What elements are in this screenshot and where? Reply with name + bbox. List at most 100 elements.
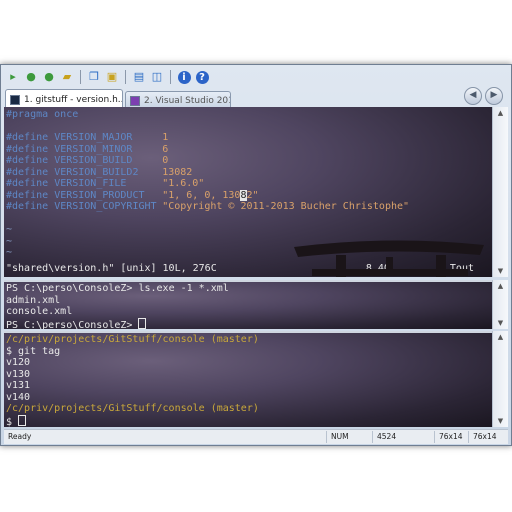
split-icon[interactable]: ◫ xyxy=(149,69,165,85)
code-line: #define VERSION_MAJOR 1 xyxy=(6,132,492,144)
vim-scroll-position: Tout xyxy=(449,262,474,274)
tilde-line: ~ xyxy=(6,224,13,235)
scroll-up-icon[interactable]: ▲ xyxy=(493,280,508,292)
input-cursor xyxy=(18,414,27,426)
ps-command-line: PS C:\perso\ConsoleZ> ls.exe -1 *.xml xyxy=(6,283,492,295)
status-num-lock: NUM xyxy=(326,431,372,443)
vim-scrollbar[interactable]: ▲ ▼ xyxy=(492,107,508,277)
scroll-up-icon[interactable]: ▲ xyxy=(493,331,508,343)
macro-value: "Copyright © 2011-2013 Bucher Christophe… xyxy=(162,201,410,212)
powershell-pane[interactable]: PS C:\perso\ConsoleZ> ls.exe -1 *.xml ad… xyxy=(4,280,494,329)
define-keyword: #define xyxy=(6,132,49,143)
info-icon[interactable]: i xyxy=(176,69,192,85)
define-keyword: #define xyxy=(6,189,49,201)
git-bash-pane[interactable]: /c/priv/projects/GitStuff/console (maste… xyxy=(4,331,494,427)
code-line: #define VERSION_COPYRIGHT "Copyright © 20… xyxy=(6,201,492,213)
macro-value: 0 xyxy=(162,155,169,166)
tilde-line: ~ xyxy=(6,235,13,247)
macro-value: 1 xyxy=(162,132,169,143)
paste-icon[interactable]: ▣ xyxy=(104,69,120,85)
new-tab-icon[interactable]: ▸ xyxy=(5,69,21,85)
console-icon xyxy=(10,94,20,105)
code-line: #define VERSION_MINOR 6 xyxy=(6,144,492,156)
toolbar-separator xyxy=(125,70,126,84)
git-prompt-line: $ xyxy=(6,414,492,428)
toolbar-separator xyxy=(80,70,81,84)
vim-pane[interactable]: #pragma once #define VERSION_MAJOR 1 #def… xyxy=(4,107,494,277)
ps-output-line: console.xml xyxy=(6,306,73,317)
macro-name: VERSION_MINOR xyxy=(54,143,133,155)
macro-value: "1.6.0" xyxy=(162,178,205,189)
macro-name: VERSION_MAJOR xyxy=(54,132,133,143)
define-keyword: #define xyxy=(6,143,49,155)
git-prompt: $ xyxy=(6,416,13,428)
status-buffer-size: 76x14 xyxy=(468,431,508,443)
code-line: #define VERSION_FILE "1.6.0" xyxy=(6,178,492,190)
tab-gitstuff[interactable]: 1. gitstuff - version.h... x xyxy=(5,89,123,109)
macro-name: VERSION_BUILD xyxy=(54,155,133,166)
scroll-down-icon[interactable]: ▼ xyxy=(493,265,508,277)
next-tab-icon[interactable]: ▶ xyxy=(485,87,503,105)
toolbar: ▸ ● ● ▰ ❐ ▣ ▤ ◫ i ? xyxy=(5,67,507,87)
define-keyword: #define xyxy=(6,178,49,189)
macro-name: VERSION_FILE xyxy=(54,178,127,189)
macro-value: 6 xyxy=(162,143,169,155)
scroll-up-icon[interactable]: ▲ xyxy=(493,107,508,119)
toolbar-separator xyxy=(170,70,171,84)
macro-name: VERSION_BUILD2 xyxy=(54,166,139,178)
macro-value: "1, 6, 0, 130 xyxy=(162,189,241,201)
previous-tab-icon[interactable]: ◀ xyxy=(464,87,482,105)
play-icon[interactable]: ● xyxy=(23,69,39,85)
input-cursor xyxy=(138,317,147,329)
git-tag-line: v131 xyxy=(6,380,31,391)
tab-navigation: ◀ ▶ xyxy=(464,87,503,105)
status-ready: Ready xyxy=(8,432,32,441)
define-keyword: #define xyxy=(6,166,49,178)
ps-command: ls.exe -1 *.xml xyxy=(138,283,229,294)
ps-prompt-line: PS C:\perso\ConsoleZ> xyxy=(6,317,492,330)
console-window: ▸ ● ● ▰ ❐ ▣ ▤ ◫ i ? 1. gitstuff - versio… xyxy=(0,64,512,446)
git-command-line: $ git tag xyxy=(6,345,61,357)
copy-icon[interactable]: ❐ xyxy=(86,69,102,85)
play-all-icon[interactable]: ● xyxy=(41,69,57,85)
code-line: #define VERSION_BUILD2 13082 xyxy=(6,167,492,179)
tab-label: 1. gitstuff - version.h... xyxy=(24,94,123,105)
ps-prompt: PS C:\perso\ConsoleZ> xyxy=(6,283,133,294)
define-keyword: #define xyxy=(6,201,49,212)
layout-icon[interactable]: ▤ xyxy=(131,69,147,85)
scroll-down-icon[interactable]: ▼ xyxy=(493,317,508,329)
git-tag-line: v140 xyxy=(6,391,31,403)
scroll-down-icon[interactable]: ▼ xyxy=(493,415,508,427)
status-bar: Ready NUM 4524 76x14 76x14 xyxy=(4,429,508,444)
macro-name: VERSION_COPYRIGHT xyxy=(54,201,157,212)
macro-name: VERSION_PRODUCT xyxy=(54,189,145,201)
code-line: #define VERSION_PRODUCT "1, 6, 0, 13082" xyxy=(6,189,492,202)
pragma-text: #pragma once xyxy=(6,109,79,120)
ps-output-line: admin.xml xyxy=(6,294,61,306)
help-icon[interactable]: ? xyxy=(194,69,210,85)
macro-value: 2" xyxy=(246,189,259,201)
define-keyword: #define xyxy=(6,155,49,166)
macro-value: 13082 xyxy=(162,166,193,178)
vim-file-info: "shared\version.h" [unix] 10L, 276C xyxy=(6,262,217,274)
git-tag-line: v120 xyxy=(6,357,31,368)
tab-bar: 1. gitstuff - version.h... x 2. Visual S… xyxy=(5,89,507,109)
tab-label: 2. Visual Studio 2010 xyxy=(144,95,231,106)
code-line: #pragma once xyxy=(6,109,492,121)
vim-cursor-position: 8,40 xyxy=(365,262,390,274)
ps-scrollbar[interactable]: ▲ ▼ xyxy=(492,280,508,329)
git-scrollbar[interactable]: ▲ ▼ xyxy=(492,331,508,427)
status-window-size: 76x14 xyxy=(434,431,468,443)
code-line: #define VERSION_BUILD 0 xyxy=(6,155,492,167)
vim-status-line: "shared\version.h" [unix] 10L, 276C 8,40… xyxy=(6,263,474,275)
git-tag-line: v130 xyxy=(6,368,31,380)
ps-prompt: PS C:\perso\ConsoleZ> xyxy=(6,319,133,330)
git-path-line: /c/priv/projects/GitStuff/console (maste… xyxy=(6,403,259,414)
git-path-line: /c/priv/projects/GitStuff/console (maste… xyxy=(6,334,259,345)
visual-studio-icon xyxy=(130,95,140,106)
tilde-line: ~ xyxy=(6,247,13,258)
status-pid: 4524 xyxy=(372,431,434,443)
open-folder-icon[interactable]: ▰ xyxy=(59,69,75,85)
